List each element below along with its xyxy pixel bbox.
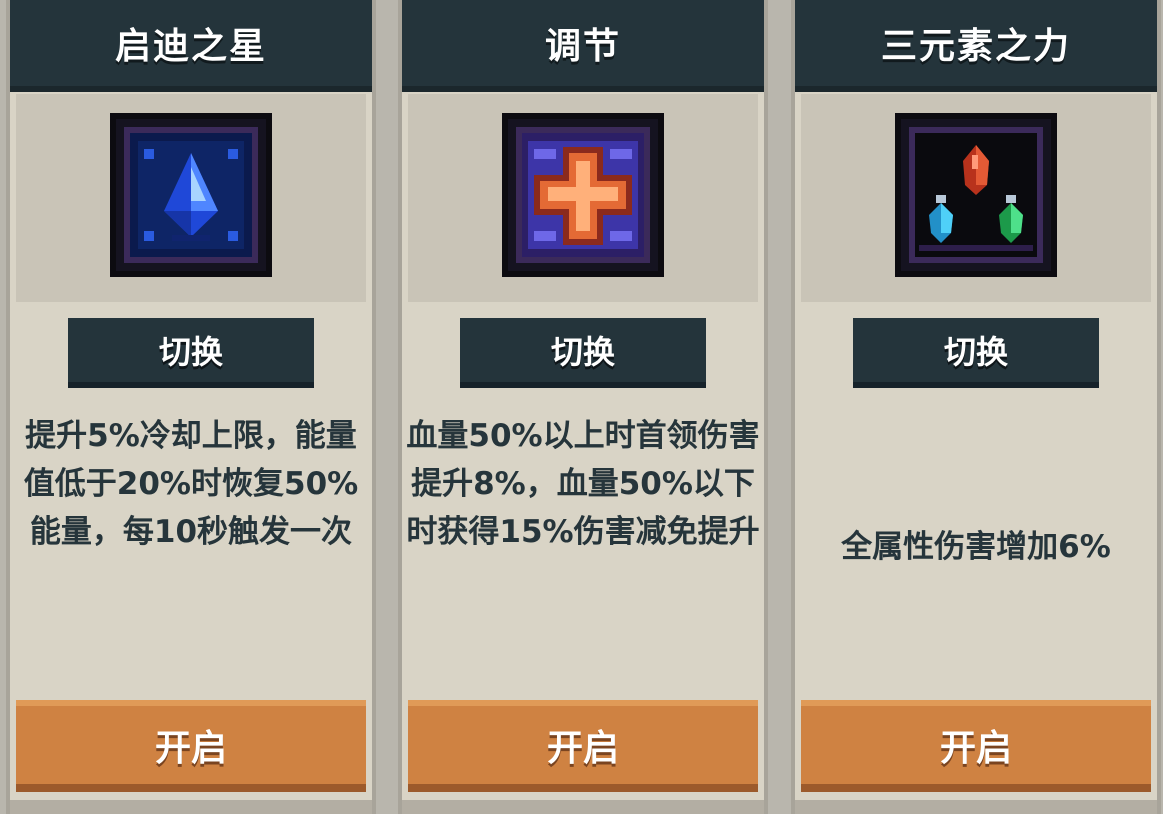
talent-card-3: 三元素之力 切换 全属性伤害增加6% 开启 xyxy=(791,0,1161,814)
talent-description: 提升5%冷却上限，能量值低于20%时恢复50%能量，每10秒触发一次 xyxy=(23,418,359,550)
talent-description: 血量50%以上时首领伤害提升8%，血量50%以下时获得15%伤害减免提升 xyxy=(406,418,760,550)
three-elements-crystal-icon xyxy=(901,119,1051,271)
talent-card-2: 调节 切换 血量50%以上时首领伤害提升8%，血量50%以下时获得15%伤害减免… xyxy=(398,0,768,814)
switch-button[interactable]: 切换 xyxy=(460,318,706,388)
open-button[interactable]: 开启 xyxy=(16,700,366,792)
card-title: 启迪之星 xyxy=(10,0,372,92)
switch-button[interactable]: 切换 xyxy=(853,318,1099,388)
talent-card-1: 启迪之星 切换 提升5%冷却上限，能量值低于20%时恢复50%能量，每10秒触发… xyxy=(6,0,376,814)
card-title: 调节 xyxy=(402,0,764,92)
icon-panel xyxy=(408,94,758,302)
talent-description: 全属性伤害增加6% xyxy=(841,529,1111,565)
icon-panel xyxy=(801,94,1151,302)
open-button[interactable]: 开启 xyxy=(801,700,1151,792)
switch-button[interactable]: 切换 xyxy=(68,318,314,388)
open-button[interactable]: 开启 xyxy=(408,700,758,792)
blue-crystal-icon xyxy=(116,119,266,271)
icon-panel xyxy=(16,94,366,302)
orange-cross-icon xyxy=(508,119,658,271)
card-title: 三元素之力 xyxy=(795,0,1157,92)
